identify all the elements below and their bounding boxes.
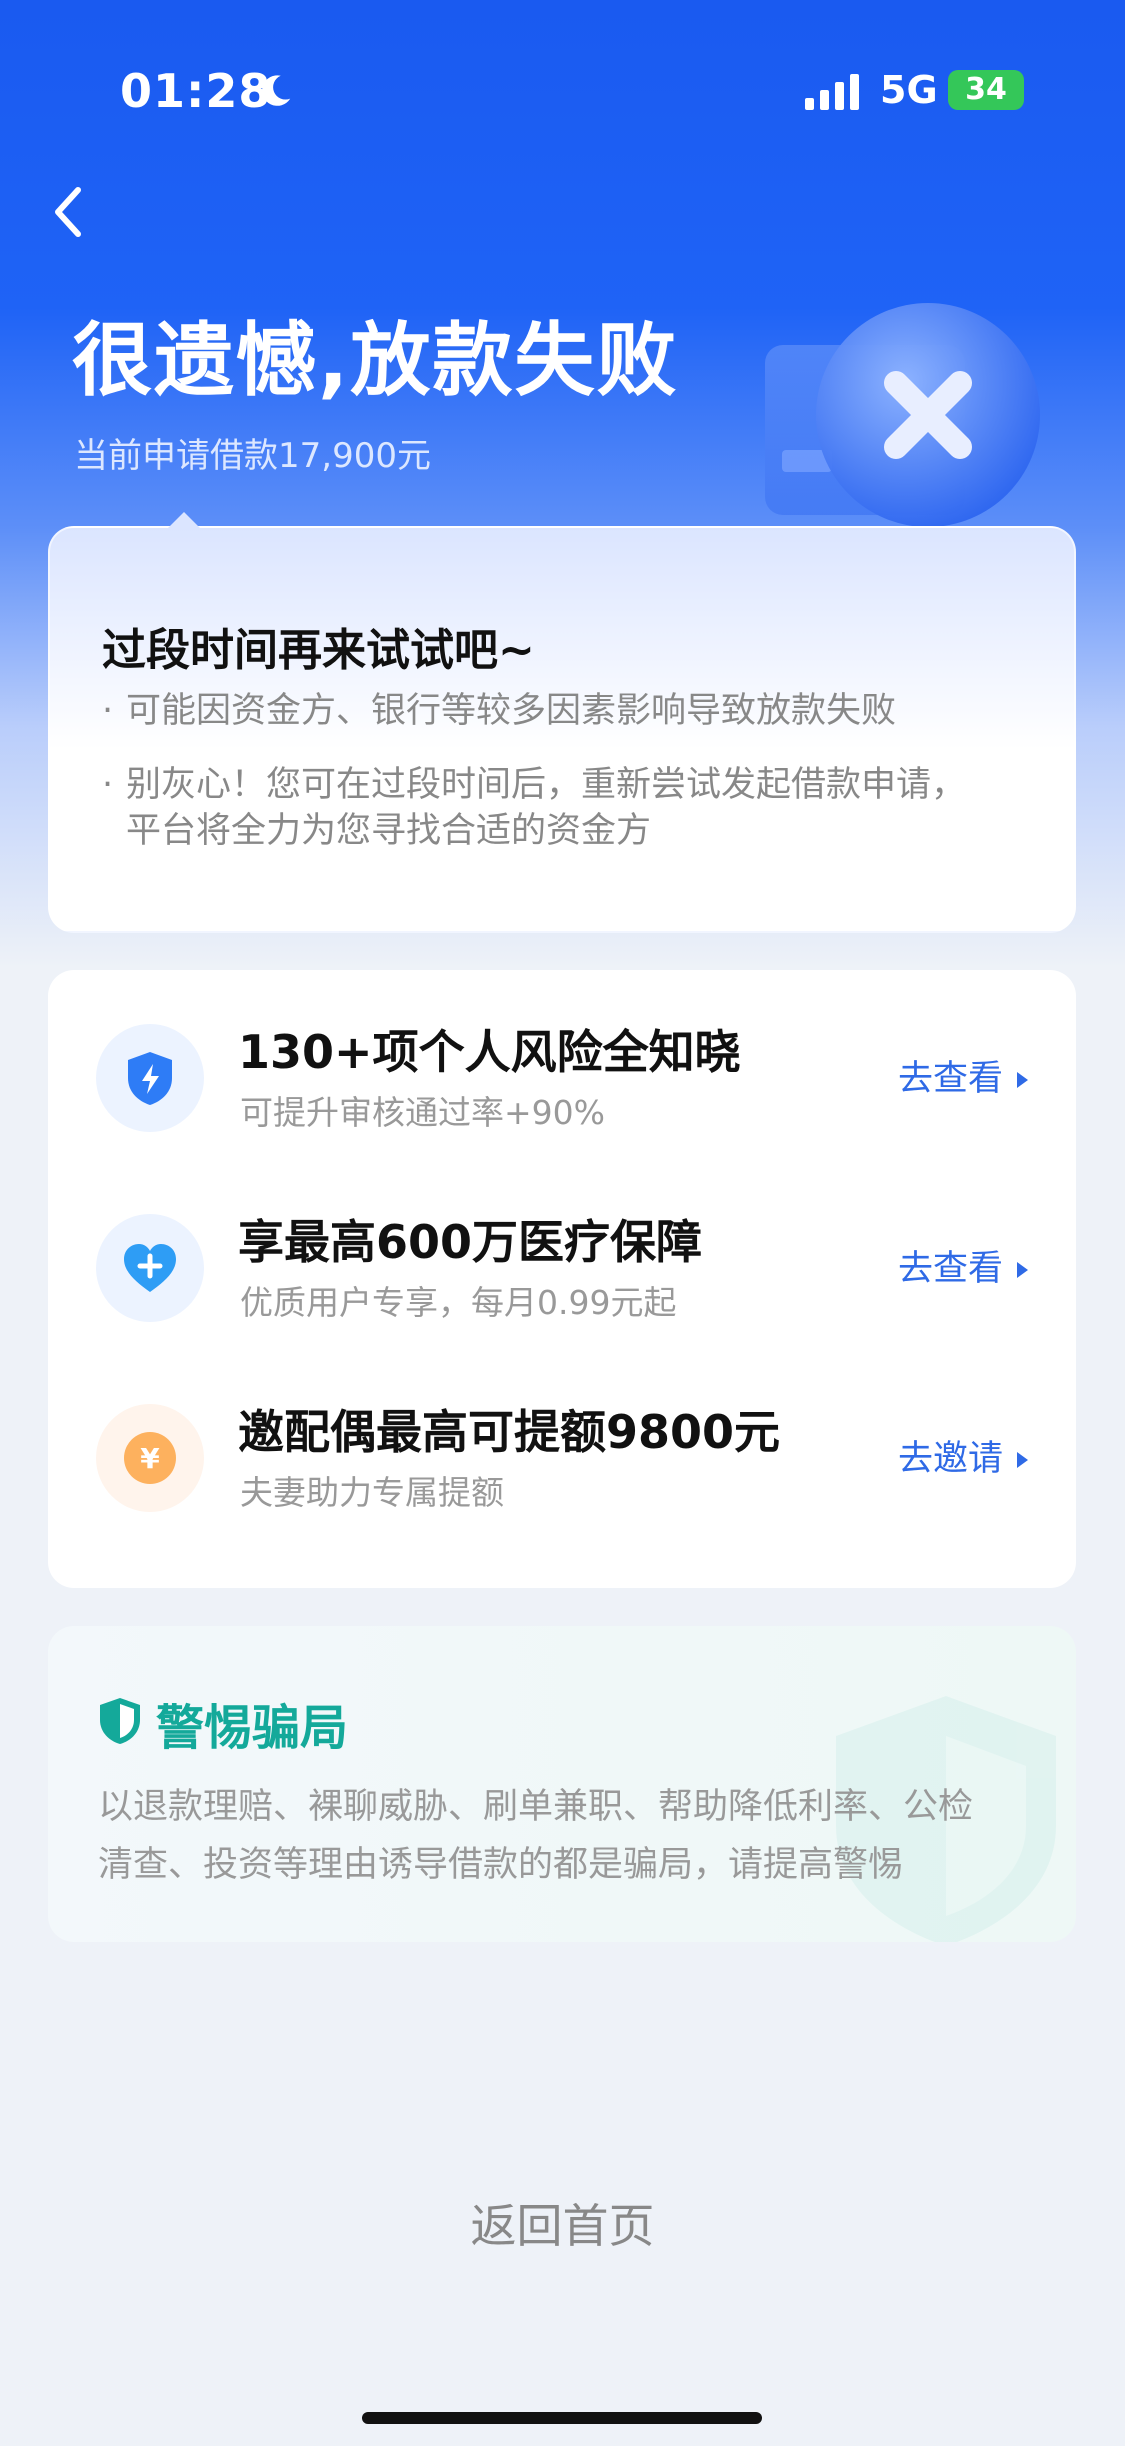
invite-button-label: 去邀请	[897, 1439, 1003, 1479]
info-item-text-continued: 平台将全力为您寻找合适的资金方	[126, 811, 652, 851]
fraud-warning-title: 警惕骗局	[156, 1700, 349, 1756]
failure-x-icon	[765, 303, 1040, 527]
status-time: 01:28	[120, 64, 272, 118]
fraud-line: 清查、投资等理由诱导借款的都是骗局，请提高警惕	[98, 1845, 904, 1885]
svg-text:¥: ¥	[140, 1442, 160, 1475]
retry-title: 过段时间再来试试吧~	[102, 625, 535, 676]
triangle-right-icon	[1017, 1452, 1028, 1468]
services-card: 130+项个人风险全知晓 可提升审核通过率+90% 去查看 享最高600万医疗保…	[48, 970, 1076, 1588]
service-row-invite-spouse[interactable]: ¥ 邀配偶最高可提额9800元 夫妻助力专属提额 去邀请	[48, 1372, 1076, 1522]
yuan-coin-icon: ¥	[96, 1404, 204, 1512]
service-title: 130+项个人风险全知晓	[238, 1025, 741, 1079]
home-indicator[interactable]	[362, 2412, 762, 2424]
invite-button[interactable]: 去邀请	[898, 1430, 1028, 1481]
triangle-right-icon	[1017, 1262, 1028, 1278]
fraud-warning-card: 警惕骗局 以退款理赔、裸聊威胁、刷单兼职、帮助降低利率、公检 清查、投资等理由诱…	[48, 1626, 1076, 1942]
service-row-risk-report[interactable]: 130+项个人风险全知晓 可提升审核通过率+90% 去查看	[48, 992, 1076, 1142]
network-label: 5G	[880, 68, 938, 112]
service-subtitle: 可提升审核通过率+90%	[240, 1093, 605, 1132]
back-arrow-icon[interactable]	[48, 182, 88, 242]
view-button-label: 去查看	[897, 1249, 1003, 1289]
info-item-text: 别灰心！您可在过段时间后，重新尝试发起借款申请，	[126, 765, 967, 805]
service-subtitle: 夫妻助力专属提额	[240, 1473, 504, 1512]
return-home-button[interactable]: 返回首页	[0, 2190, 1125, 2256]
view-button-label: 去查看	[897, 1059, 1003, 1099]
moon-icon	[262, 75, 291, 106]
heart-plus-icon	[96, 1214, 204, 1322]
bullet-dot: ·	[102, 691, 114, 731]
info-item-text: 可能因资金方、银行等较多因素影响导致放款失败	[126, 691, 897, 731]
loan-amount-text: 当前申请借款17,900元	[74, 436, 431, 476]
triangle-right-icon	[1017, 1072, 1028, 1088]
view-button[interactable]: 去查看	[898, 1240, 1028, 1291]
bullet-dot: ·	[102, 765, 114, 805]
shield-bolt-icon	[96, 1024, 204, 1132]
shield-check-icon	[100, 1698, 140, 1744]
battery-icon: 34	[948, 70, 1024, 110]
fraud-warning-text: 以退款理赔、裸聊威胁、刷单兼职、帮助降低利率、公检 清查、投资等理由诱导借款的都…	[98, 1778, 1058, 1894]
page-title: 很遗憾,放款失败	[72, 314, 679, 407]
service-row-medical[interactable]: 享最高600万医疗保障 优质用户专享，每月0.99元起 去查看	[48, 1182, 1076, 1332]
view-button[interactable]: 去查看	[898, 1050, 1028, 1101]
fraud-line: 以退款理赔、裸聊威胁、刷单兼职、帮助降低利率、公检	[98, 1787, 974, 1827]
battery-level: 34	[965, 72, 1007, 107]
service-title: 邀配偶最高可提额9800元	[238, 1405, 781, 1459]
retry-info-card: 过段时间再来试试吧~ · 可能因资金方、银行等较多因素影响导致放款失败 · 别灰心！…	[48, 512, 1076, 933]
service-subtitle: 优质用户专享，每月0.99元起	[240, 1283, 677, 1322]
info-item: · 别灰心！您可在过段时间后，重新尝试发起借款申请， 平台将全力为您寻找合适的资金…	[102, 762, 966, 854]
signal-icon	[805, 74, 859, 110]
service-title: 享最高600万医疗保障	[238, 1215, 703, 1269]
info-item: · 可能因资金方、银行等较多因素影响导致放款失败	[102, 688, 896, 734]
